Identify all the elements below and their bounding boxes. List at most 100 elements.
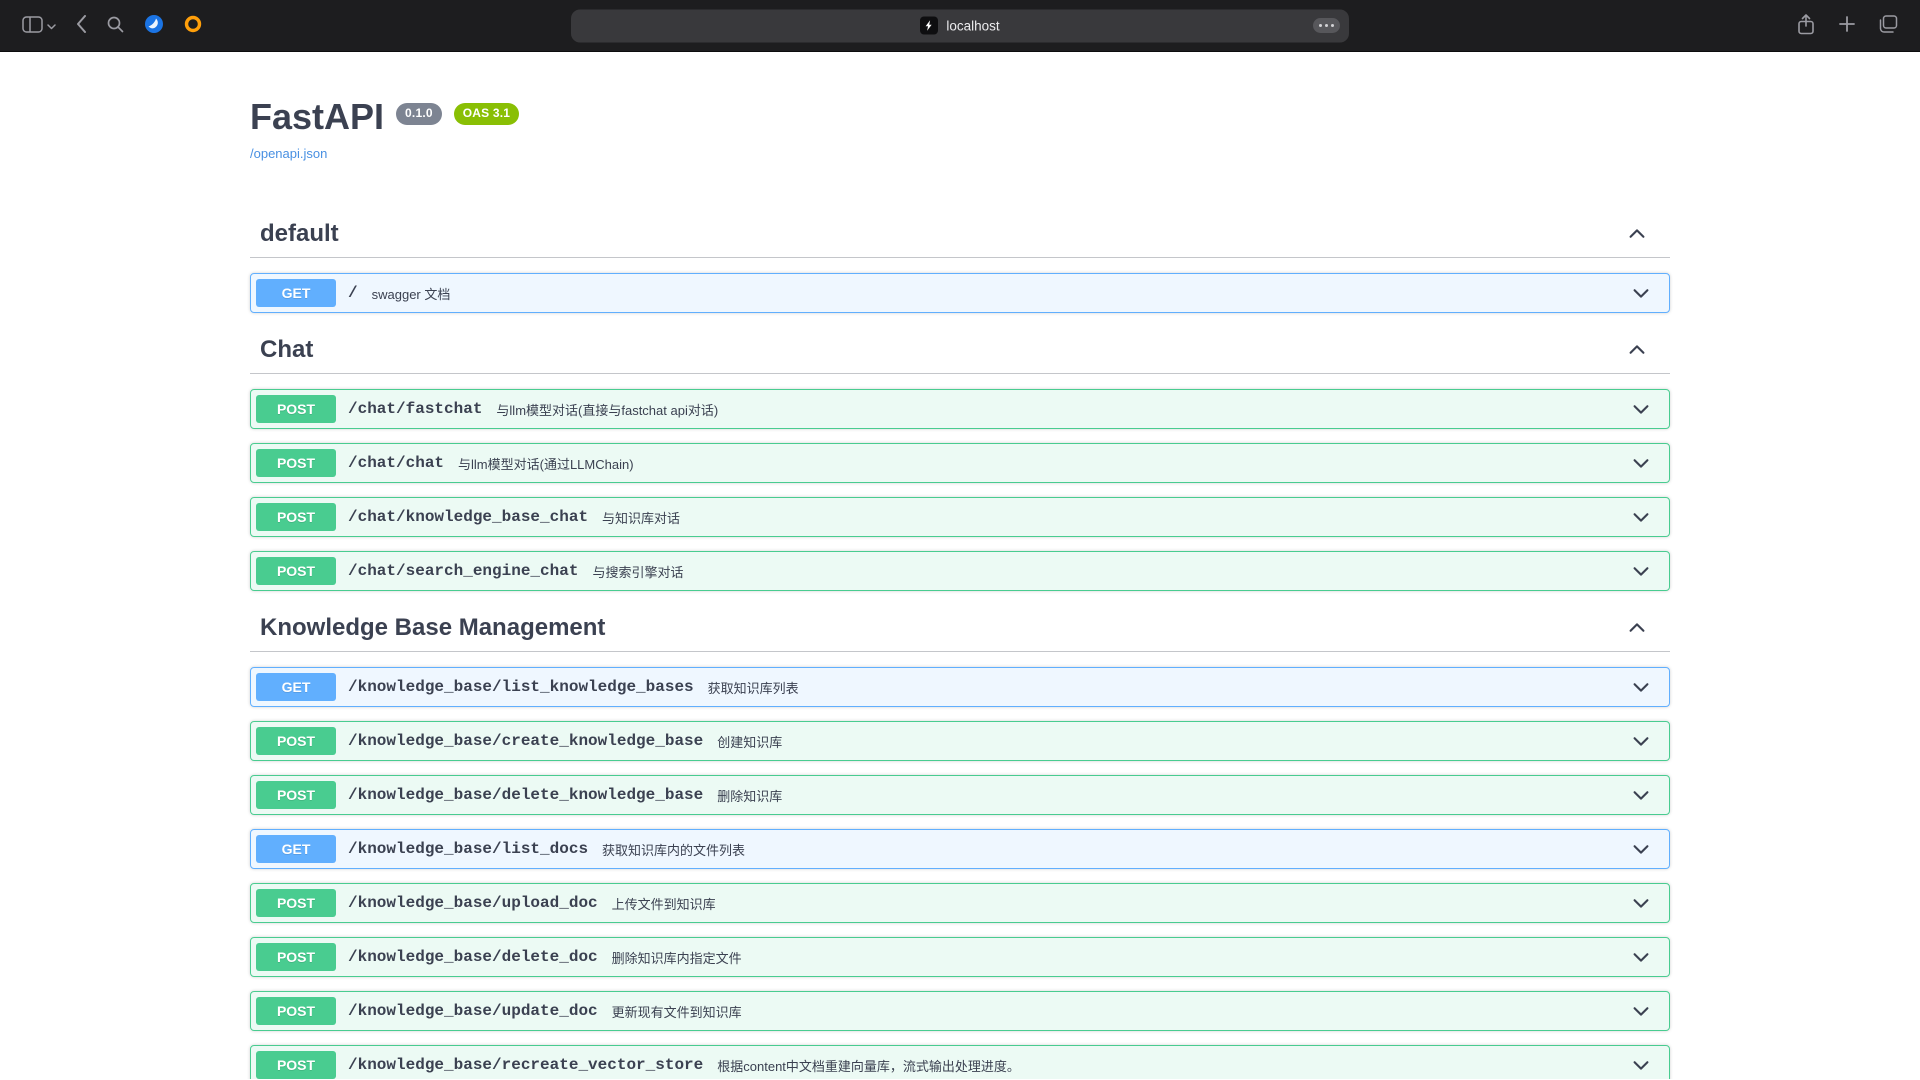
api-title-text: FastAPI xyxy=(250,96,384,137)
expand-chevron-icon[interactable] xyxy=(1630,452,1664,474)
operation-description: 删除知识库内指定文件 xyxy=(604,948,742,967)
operation-path: /chat/knowledge_base_chat xyxy=(336,508,594,526)
site-favicon-icon xyxy=(920,17,938,35)
operation-path: /knowledge_base/list_docs xyxy=(336,840,594,858)
expand-chevron-icon[interactable] xyxy=(1630,892,1664,914)
address-bar[interactable]: localhost xyxy=(571,9,1349,42)
new-tab-button[interactable] xyxy=(1839,16,1855,35)
share-icon xyxy=(1797,14,1815,38)
operation-description: 与知识库对话 xyxy=(594,508,680,527)
chevron-down-icon xyxy=(47,18,56,33)
operation-row[interactable]: POST /knowledge_base/recreate_vector_sto… xyxy=(250,1045,1670,1079)
expand-chevron-icon[interactable] xyxy=(1630,1054,1664,1076)
operation-description: 根据content中文档重建向量库，流式输出处理进度。 xyxy=(709,1056,1020,1075)
swagger-page: FastAPI 0.1.0 OAS 3.1 /openapi.json defa… xyxy=(0,52,1920,1079)
browser-toolbar: localhost xyxy=(0,0,1920,52)
back-button[interactable] xyxy=(76,15,87,36)
section-header[interactable]: Knowledge Base Management xyxy=(250,605,1670,652)
section-chat: Chat POST /chat/fastchat 与llm模型对话(直接与fas… xyxy=(250,327,1670,591)
operation-path: /chat/chat xyxy=(336,454,450,472)
collapse-chevron-icon[interactable] xyxy=(1626,339,1660,361)
sidebar-toggle-button[interactable] xyxy=(22,16,56,36)
operation-description: 与搜索引擎对话 xyxy=(584,562,683,581)
operation-row[interactable]: POST /knowledge_base/create_knowledge_ba… xyxy=(250,721,1670,761)
tab-overview-icon xyxy=(1879,15,1898,36)
section-title: Chat xyxy=(260,336,313,364)
operation-description: 更新现有文件到知识库 xyxy=(604,1002,742,1021)
operation-description: 获取知识库列表 xyxy=(700,678,799,697)
method-badge: POST xyxy=(256,395,336,423)
expand-chevron-icon[interactable] xyxy=(1630,506,1664,528)
operation-row[interactable]: POST /chat/knowledge_base_chat 与知识库对话 xyxy=(250,497,1670,537)
version-badge: 0.1.0 xyxy=(396,103,442,125)
method-badge: POST xyxy=(256,943,336,971)
section-knowledge-base: Knowledge Base Management GET /knowledge… xyxy=(250,605,1670,1079)
collapse-chevron-icon[interactable] xyxy=(1626,223,1660,245)
api-info: FastAPI 0.1.0 OAS 3.1 /openapi.json xyxy=(250,96,1670,163)
method-badge: POST xyxy=(256,889,336,917)
page-title: FastAPI 0.1.0 OAS 3.1 xyxy=(250,96,1670,137)
method-badge: POST xyxy=(256,449,336,477)
operation-row[interactable]: POST /knowledge_base/delete_knowledge_ba… xyxy=(250,775,1670,815)
expand-chevron-icon[interactable] xyxy=(1630,838,1664,860)
operation-row[interactable]: POST /knowledge_base/update_doc 更新现有文件到知… xyxy=(250,991,1670,1031)
operation-row[interactable]: POST /chat/search_engine_chat 与搜索引擎对话 xyxy=(250,551,1670,591)
bird-extension-icon xyxy=(144,14,164,37)
expand-chevron-icon[interactable] xyxy=(1630,282,1664,304)
target-extension-button[interactable] xyxy=(184,15,202,36)
operation-row[interactable]: GET / swagger 文档 xyxy=(250,273,1670,313)
operation-path: /chat/fastchat xyxy=(336,400,488,418)
operation-path: /chat/search_engine_chat xyxy=(336,562,584,580)
expand-chevron-icon[interactable] xyxy=(1630,676,1664,698)
operation-description: 删除知识库 xyxy=(709,786,782,805)
operation-row[interactable]: POST /knowledge_base/upload_doc 上传文件到知识库 xyxy=(250,883,1670,923)
sidebar-icon xyxy=(22,16,43,36)
operation-description: 上传文件到知识库 xyxy=(604,894,716,913)
tab-overview-button[interactable] xyxy=(1879,15,1898,36)
section-title: Knowledge Base Management xyxy=(260,614,605,642)
method-badge: POST xyxy=(256,557,336,585)
search-icon xyxy=(107,16,124,36)
expand-chevron-icon[interactable] xyxy=(1630,946,1664,968)
method-badge: POST xyxy=(256,727,336,755)
operation-path: /knowledge_base/recreate_vector_store xyxy=(336,1056,709,1074)
operation-path: /knowledge_base/delete_knowledge_base xyxy=(336,786,709,804)
method-badge: GET xyxy=(256,279,336,307)
collapse-chevron-icon[interactable] xyxy=(1626,617,1660,639)
operation-row[interactable]: GET /knowledge_base/list_knowledge_bases… xyxy=(250,667,1670,707)
method-badge: POST xyxy=(256,781,336,809)
ellipsis-icon xyxy=(1319,24,1322,27)
operation-row[interactable]: POST /chat/chat 与llm模型对话(通过LLMChain) xyxy=(250,443,1670,483)
more-options-button[interactable] xyxy=(1313,18,1340,33)
plus-icon xyxy=(1839,16,1855,35)
operation-row[interactable]: GET /knowledge_base/list_docs 获取知识库内的文件列… xyxy=(250,829,1670,869)
operation-path: /knowledge_base/delete_doc xyxy=(336,948,604,966)
expand-chevron-icon[interactable] xyxy=(1630,1000,1664,1022)
bird-extension-button[interactable] xyxy=(144,14,164,37)
operation-description: 与llm模型对话(通过LLMChain) xyxy=(450,454,634,473)
operation-row[interactable]: POST /knowledge_base/delete_doc 删除知识库内指定… xyxy=(250,937,1670,977)
section-header[interactable]: Chat xyxy=(250,327,1670,374)
target-extension-icon xyxy=(184,15,202,36)
operation-row[interactable]: POST /chat/fastchat 与llm模型对话(直接与fastchat… xyxy=(250,389,1670,429)
method-badge: POST xyxy=(256,997,336,1025)
method-badge: GET xyxy=(256,835,336,863)
chevron-left-icon xyxy=(76,15,87,36)
method-badge: GET xyxy=(256,673,336,701)
operation-path: /knowledge_base/create_knowledge_base xyxy=(336,732,709,750)
expand-chevron-icon[interactable] xyxy=(1630,784,1664,806)
expand-chevron-icon[interactable] xyxy=(1630,730,1664,752)
openapi-link[interactable]: /openapi.json xyxy=(250,146,327,161)
expand-chevron-icon[interactable] xyxy=(1630,560,1664,582)
section-default: default GET / swagger 文档 xyxy=(250,211,1670,313)
operation-path: /knowledge_base/upload_doc xyxy=(336,894,604,912)
section-header[interactable]: default xyxy=(250,211,1670,258)
operation-description: 与llm模型对话(直接与fastchat api对话) xyxy=(488,400,718,419)
share-button[interactable] xyxy=(1797,14,1815,38)
search-button[interactable] xyxy=(107,16,124,36)
operation-description: 获取知识库内的文件列表 xyxy=(594,840,745,859)
operation-path: /knowledge_base/update_doc xyxy=(336,1002,604,1020)
method-badge: POST xyxy=(256,1051,336,1079)
expand-chevron-icon[interactable] xyxy=(1630,398,1664,420)
operation-description: 创建知识库 xyxy=(709,732,782,751)
